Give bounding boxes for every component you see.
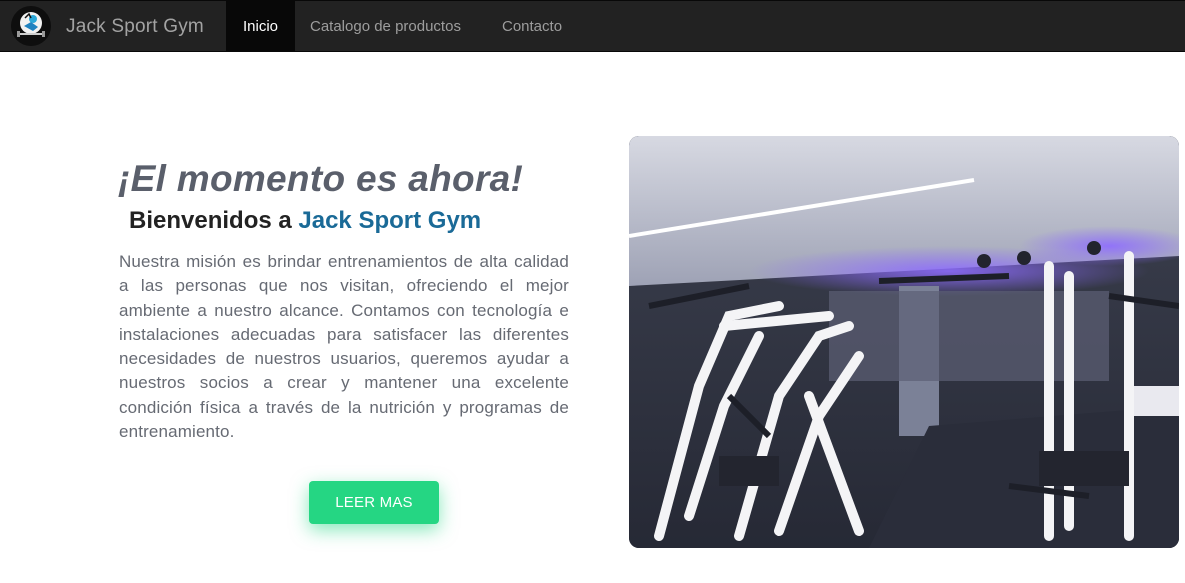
gym-logo-icon[interactable] — [11, 6, 51, 46]
hero-subtitle: Bienvenidos a Jack Sport Gym — [129, 207, 481, 235]
navbar: Jack Sport Gym Inicio Catalogo de produc… — [0, 0, 1185, 52]
hero-title: ¡El momento es ahora! — [118, 158, 524, 199]
subtitle-accent: Jack Sport Gym — [298, 207, 482, 234]
nav-item-catalogo[interactable]: Catalogo de productos — [310, 1, 461, 51]
subtitle-prefix: Bienvenidos a — [129, 207, 299, 234]
nav-item-inicio[interactable]: Inicio — [226, 1, 295, 51]
read-more-button[interactable]: LEER MAS — [309, 481, 439, 524]
nav-item-contacto[interactable]: Contacto — [502, 1, 562, 51]
hero-description: Nuestra misión es brindar entrenamientos… — [119, 252, 569, 442]
brand-name[interactable]: Jack Sport Gym — [66, 16, 204, 38]
gym-photo — [629, 136, 1179, 548]
